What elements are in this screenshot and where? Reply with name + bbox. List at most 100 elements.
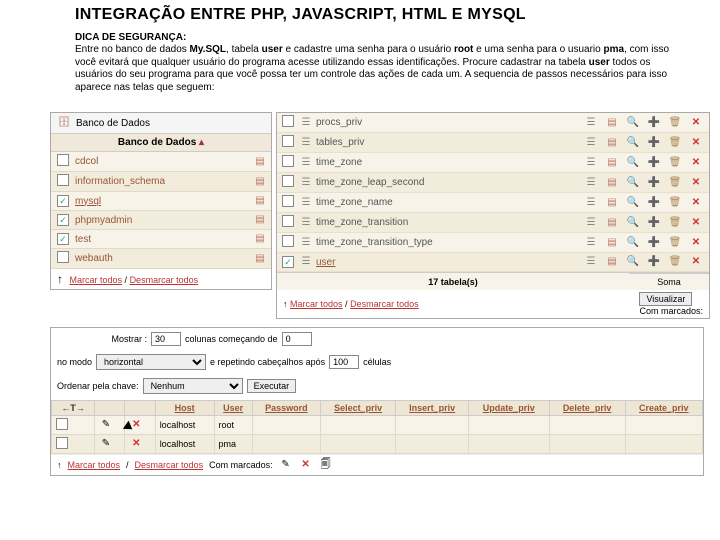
mark-all-link[interactable]: Marcar todos — [70, 275, 123, 285]
table-name[interactable]: time_zone_name — [316, 197, 578, 208]
db-row[interactable]: ✓ test ▤ — [51, 230, 271, 249]
table-name[interactable]: user — [316, 257, 578, 268]
col-header[interactable]: Create_priv — [625, 401, 702, 416]
browse-icon[interactable]: ☰ — [581, 216, 601, 230]
db-row[interactable]: cdcol ▤ — [51, 152, 271, 172]
delete-icon[interactable]: ✕ — [129, 437, 143, 451]
col-header[interactable]: Password — [252, 401, 320, 416]
insert-icon[interactable]: ➕ — [644, 156, 664, 170]
db-name[interactable]: test — [75, 234, 249, 245]
insert-icon[interactable]: ➕ — [644, 176, 664, 190]
insert-icon[interactable]: ➕ — [644, 255, 664, 269]
empty-icon[interactable]: 🗑 — [665, 236, 685, 250]
search-icon[interactable]: 🔍 — [623, 176, 643, 190]
row-checkbox[interactable] — [282, 195, 294, 207]
table-name[interactable]: tables_priv — [316, 137, 578, 148]
row-checkbox[interactable]: ✓ — [57, 233, 69, 245]
insert-icon[interactable]: ➕ — [644, 136, 664, 150]
insert-icon[interactable]: ➕ — [644, 116, 664, 130]
browse-icon[interactable]: ☰ — [581, 116, 601, 130]
properties-icon[interactable]: ▤ — [253, 252, 267, 266]
edit-icon[interactable]: ✎ — [99, 437, 113, 451]
col-header[interactable]: Select_priv — [320, 401, 395, 416]
browse-icon[interactable]: ☰ — [299, 216, 313, 230]
table-row[interactable]: ☰ time_zone_transition_type ☰ ▤ 🔍 ➕ 🗑 ✕ — [277, 233, 709, 253]
table-row[interactable]: ☰ time_zone ☰ ▤ 🔍 ➕ 🗑 ✕ — [277, 153, 709, 173]
row-checkbox[interactable] — [282, 155, 294, 167]
unmark-all-link[interactable]: Desmarcar todos — [350, 299, 419, 309]
table-name[interactable]: time_zone_transition — [316, 217, 578, 228]
properties-icon[interactable]: ▤ — [253, 155, 267, 169]
db-row[interactable]: webauth ▤ — [51, 249, 271, 269]
insert-icon[interactable]: ➕ — [644, 196, 664, 210]
structure-icon[interactable]: ▤ — [602, 176, 622, 190]
row-checkbox[interactable] — [57, 154, 69, 166]
insert-icon[interactable]: ➕ — [644, 216, 664, 230]
drop-icon[interactable]: ✕ — [686, 196, 706, 210]
row-checkbox[interactable]: ✓ — [282, 256, 294, 268]
properties-icon[interactable]: ▤ — [253, 175, 267, 189]
drop-icon[interactable]: ✕ — [686, 136, 706, 150]
browse-icon[interactable]: ☰ — [581, 176, 601, 190]
export-icon[interactable]: 🗐 — [319, 458, 333, 472]
row-checkbox[interactable] — [282, 175, 294, 187]
browse-icon[interactable]: ☰ — [581, 156, 601, 170]
db-name[interactable]: information_schema — [75, 176, 249, 187]
unmark-all-link[interactable]: Desmarcar todos — [130, 275, 199, 285]
browse-icon[interactable]: ☰ — [299, 196, 313, 210]
drop-icon[interactable]: ✕ — [686, 156, 706, 170]
table-row[interactable]: ☰ time_zone_leap_second ☰ ▤ 🔍 ➕ 🗑 ✕ — [277, 173, 709, 193]
drop-icon[interactable]: ✕ — [686, 236, 706, 250]
drop-icon[interactable]: ✕ — [686, 216, 706, 230]
rows-input[interactable] — [151, 332, 181, 346]
table-name[interactable]: time_zone_leap_second — [316, 177, 578, 188]
col-header[interactable]: Update_priv — [468, 401, 549, 416]
row-checkbox[interactable] — [57, 174, 69, 186]
structure-icon[interactable]: ▤ — [602, 255, 622, 269]
row-checkbox[interactable] — [56, 418, 68, 430]
empty-icon[interactable]: 🗑 — [665, 196, 685, 210]
empty-icon[interactable]: 🗑 — [665, 116, 685, 130]
empty-icon[interactable]: 🗑 — [665, 156, 685, 170]
search-icon[interactable]: 🔍 — [623, 116, 643, 130]
search-icon[interactable]: 🔍 — [623, 196, 643, 210]
properties-icon[interactable]: ▤ — [253, 232, 267, 246]
properties-icon[interactable]: ▤ — [253, 194, 267, 208]
insert-icon[interactable]: ➕ — [644, 236, 664, 250]
row-checkbox[interactable] — [57, 251, 69, 263]
repeat-input[interactable] — [329, 355, 359, 369]
delete-icon[interactable]: ✕ — [299, 458, 313, 472]
mode-select[interactable]: horizontal — [96, 354, 206, 370]
drop-icon[interactable]: ✕ — [686, 255, 706, 269]
browse-icon[interactable]: ☰ — [299, 156, 313, 170]
table-name[interactable]: time_zone — [316, 157, 578, 168]
db-row[interactable]: information_schema ▤ — [51, 172, 271, 192]
browse-icon[interactable]: ☰ — [299, 255, 313, 269]
db-row[interactable]: ✓ mysql ▤ — [51, 192, 271, 211]
search-icon[interactable]: 🔍 — [623, 216, 643, 230]
table-row[interactable]: ☰ time_zone_transition ☰ ▤ 🔍 ➕ 🗑 ✕ — [277, 213, 709, 233]
row-checkbox[interactable] — [282, 235, 294, 247]
edit-icon[interactable]: ✎ — [99, 418, 113, 432]
db-name[interactable]: cdcol — [75, 156, 249, 167]
structure-icon[interactable]: ▤ — [602, 216, 622, 230]
row-checkbox[interactable] — [56, 437, 68, 449]
col-header[interactable]: Delete_priv — [549, 401, 625, 416]
visualize-button[interactable]: Visualizar — [639, 292, 692, 306]
table-row[interactable]: ☰ procs_priv ☰ ▤ 🔍 ➕ 🗑 ✕ — [277, 113, 709, 133]
browse-icon[interactable]: ☰ — [299, 236, 313, 250]
mark-all-link[interactable]: Marcar todos — [290, 299, 343, 309]
search-icon[interactable]: 🔍 — [623, 136, 643, 150]
drop-icon[interactable]: ✕ — [686, 176, 706, 190]
browse-icon[interactable]: ☰ — [581, 236, 601, 250]
table-name[interactable]: time_zone_transition_type — [316, 237, 578, 248]
empty-icon[interactable]: 🗑 — [665, 255, 685, 269]
browse-icon[interactable]: ☰ — [299, 176, 313, 190]
col-header[interactable]: User — [214, 401, 252, 416]
col-header[interactable]: Insert_priv — [396, 401, 469, 416]
search-icon[interactable]: 🔍 — [623, 255, 643, 269]
properties-icon[interactable]: ▤ — [253, 213, 267, 227]
browse-icon[interactable]: ☰ — [581, 136, 601, 150]
table-row[interactable]: ☰ tables_priv ☰ ▤ 🔍 ➕ 🗑 ✕ — [277, 133, 709, 153]
table-row[interactable]: ☰ time_zone_name ☰ ▤ 🔍 ➕ 🗑 ✕ — [277, 193, 709, 213]
